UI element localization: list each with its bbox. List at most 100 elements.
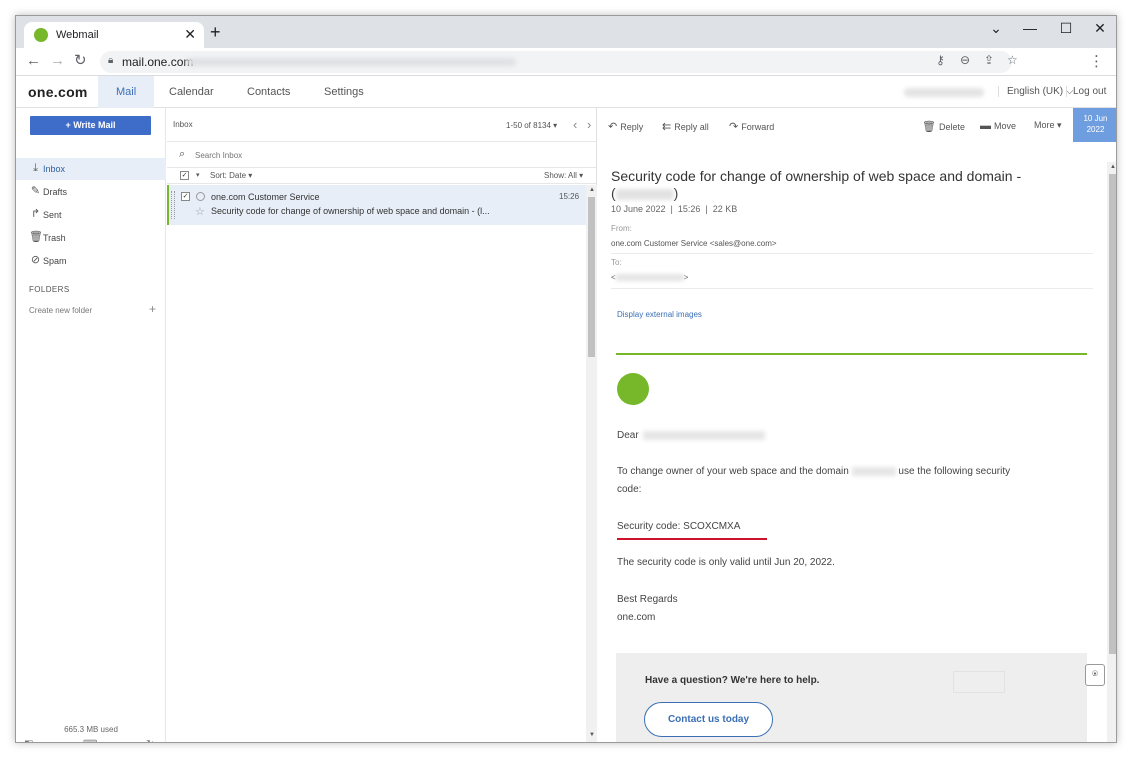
maximize-icon[interactable]: ☐ [1048,20,1084,37]
reply-button[interactable]: ↶ Reply [608,120,643,133]
language-selector[interactable]: English (UK) ⌵ [998,86,1074,97]
greeting-line: Dear [617,427,765,445]
trash-icon: 🗑︎ [922,121,936,133]
forward-icon[interactable]: → [50,52,65,70]
sidebar-item-sent[interactable]: ↱ Sent [16,204,166,226]
drag-handle-icon[interactable] [171,191,175,219]
reader-scrollbar[interactable]: ▲ [1107,162,1116,742]
key-icon[interactable]: ⚷ [936,53,945,67]
spam-icon: ⊘ [30,254,41,266]
reader-toolbar: ↶ Reply ⇇ Reply all ↷ Forward 🗑︎ Delete ▬ Mov… [598,108,1116,142]
divider [611,288,1093,289]
contact-us-button[interactable]: Contact us today [644,702,773,737]
filter-dropdown[interactable]: Show: All ▾ [544,171,583,180]
list-header: Inbox 1-50 of 8134 ▾ ‹ › [167,108,596,142]
sort-dropdown[interactable]: Sort: Date ▾ [210,171,252,180]
next-page-icon[interactable]: › [587,117,591,132]
menu-icon[interactable]: ⋮ [1089,52,1104,70]
intro-post: use the following security [898,466,1011,477]
sidebar-item-spam[interactable]: ⊘ Spam [16,250,166,272]
logo: one.com [28,84,88,100]
caret-down-icon[interactable]: ▾ [196,171,200,179]
display-external-images-link[interactable]: Display external images [617,310,702,319]
show-label: Show: All [544,171,577,180]
close-icon[interactable]: ✕ [184,26,196,43]
keyboard-icon[interactable]: ⌨ [83,739,97,742]
help-box: Have a question? We're here to help. Con… [616,653,1087,742]
search-input[interactable] [195,147,525,163]
lock-icon: 🔒︎ [108,55,114,66]
tab-calendar[interactable]: Calendar [151,76,232,108]
redacted-name [642,430,765,440]
new-tab-plus-icon[interactable]: + [210,23,221,41]
window-close-icon[interactable]: ✕ [1082,20,1116,37]
sidebar-item-label: Trash [43,233,66,243]
sort-bar: ✓ ▾ Sort: Date ▾ Show: All ▾ [167,168,596,184]
minimize-icon[interactable]: — [1012,20,1048,36]
feedback-icon[interactable]: ⍟ [1085,664,1105,686]
sidebar-item-trash[interactable]: 🗑︎ Trash [16,227,166,249]
intro-paragraph: To change owner of your web space and th… [617,463,1010,499]
back-icon[interactable]: ← [26,52,41,70]
panel-toggle-icon[interactable]: ◧ [24,739,33,742]
tab-mail[interactable]: Mail [98,76,155,108]
caret-down-icon: ▾ [553,121,558,130]
tab-settings[interactable]: Settings [306,76,382,108]
message-sender: one.com Customer Service [211,192,320,202]
reply-all-button[interactable]: ⇇ Reply all [662,120,709,133]
sidebar-item-label: Inbox [43,164,66,174]
sidebar-item-drafts[interactable]: ✎ Drafts [16,181,166,203]
share-icon[interactable]: ⇪ [984,53,994,67]
from-value: one.com Customer Service <sales@one.com> [611,239,777,248]
tab-contacts[interactable]: Contacts [229,76,308,108]
to-value: < > [611,273,688,282]
sidebar-item-inbox[interactable]: ⤓ Inbox [16,158,166,180]
list-item[interactable]: ✓ ☆ one.com Customer Service 15:26 Secur… [167,185,586,225]
redacted-user [904,88,984,97]
address-bar[interactable]: 🔒︎ mail.one.com ⚷ ⊖ ⇪ ☆ [100,51,1018,73]
to-label: To: [611,258,622,267]
redacted-recipient [615,274,684,282]
write-mail-button[interactable]: + Write Mail [30,116,151,135]
browser-tab[interactable]: Webmail ✕ [24,22,204,48]
scroll-down-icon[interactable]: ▼ [589,732,595,738]
list-scrollbar[interactable]: ▲ ▼ [586,185,597,742]
scrollbar-thumb[interactable] [1109,174,1116,654]
sidebar-item-label: Spam [43,256,67,266]
subject-close: ) [673,185,679,201]
chevron-down-icon[interactable]: ⌄ [978,20,1014,37]
create-folder-link[interactable]: Create new folder [29,306,92,315]
move-button[interactable]: ▬ Move [980,120,1016,132]
divider [611,253,1093,254]
brand-divider [616,353,1087,355]
message-meta: 10 June 2022 | 15:26 | 22 KB [611,204,738,214]
redacted-domain [615,188,674,200]
plus-icon[interactable]: + [149,302,156,316]
more-button[interactable]: More ▾ [1034,120,1062,131]
scroll-up-icon[interactable]: ▲ [1110,164,1116,170]
select-all-checkbox[interactable]: ✓ [180,171,189,180]
star-icon[interactable]: ☆ [195,205,205,218]
forward-button[interactable]: ↷ Forward [729,120,774,133]
zoom-icon[interactable]: ⊖ [960,53,970,67]
star-icon[interactable]: ☆ [1007,53,1018,67]
scroll-up-icon[interactable]: ▲ [589,187,595,193]
tab-strip: Webmail ✕ + ⌄ — ☐ ✕ [16,16,1116,48]
logout-link[interactable]: Log out [1066,86,1106,97]
delete-button[interactable]: 🗑︎ Delete [922,120,965,133]
redacted-url-path [186,58,516,66]
forward-label: Forward [741,122,775,132]
prev-page-icon[interactable]: ‹ [573,117,577,132]
message-subject-heading: Security code for change of ownership of… [611,168,1081,202]
reply-all-icon: ⇇ [662,121,672,133]
scrollbar-thumb[interactable] [588,197,595,357]
unread-toggle-icon[interactable] [196,192,205,201]
reload-icon[interactable]: ↻ [74,52,87,70]
browser-toolbar: ← → ↻ 🔒︎ mail.one.com ⚷ ⊖ ⇪ ☆ ⋮ [16,48,1116,76]
pagination-range[interactable]: 1-50 of 8134 ▾ [506,121,557,130]
intro-line2: code: [617,484,642,495]
refresh-icon[interactable]: ↻ [146,739,154,742]
folder-icon: ▬ [980,120,991,132]
message-list-pane: Inbox 1-50 of 8134 ▾ ‹ › ⌕ ✓ ▾ Sort: Dat… [167,108,597,742]
message-checkbox[interactable]: ✓ [181,192,190,201]
